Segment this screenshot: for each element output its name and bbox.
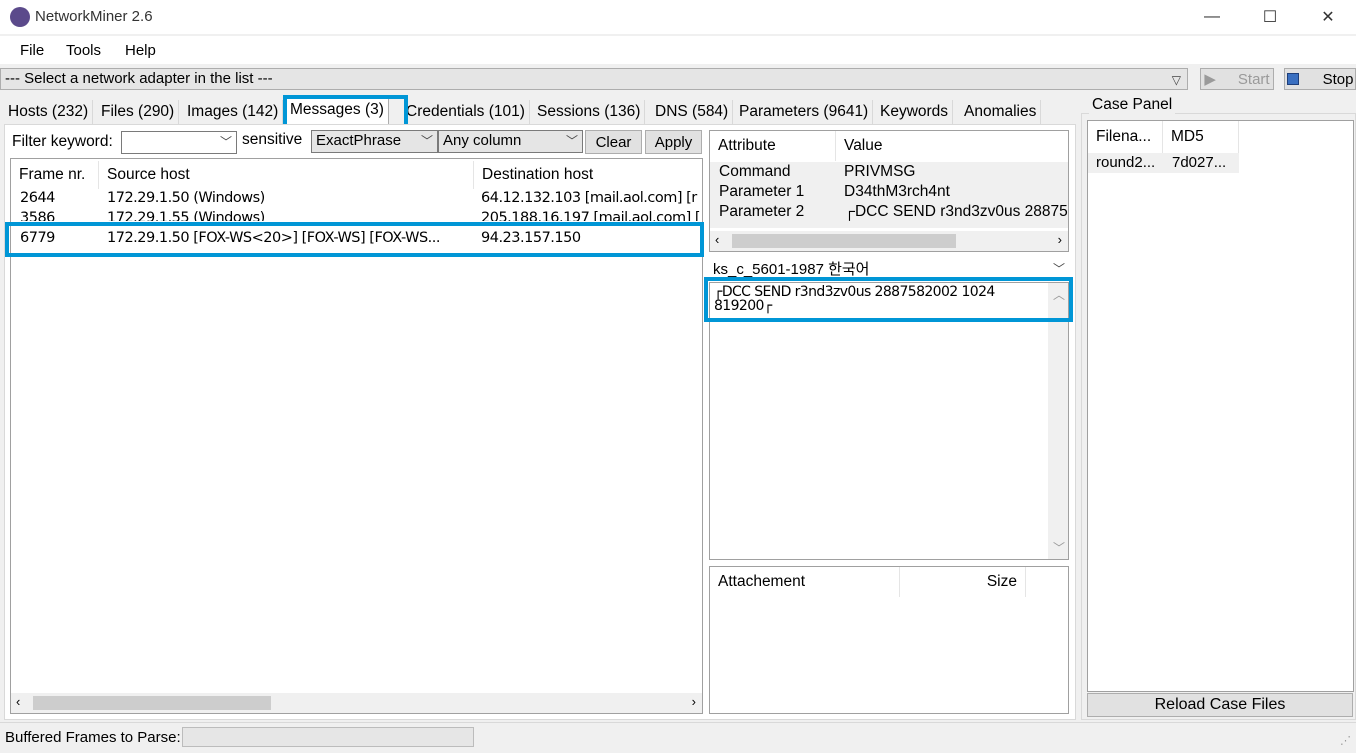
resize-grip-icon[interactable]: ⋰	[1340, 734, 1351, 747]
play-icon: ▶	[1204, 71, 1216, 88]
column-header-md5[interactable]: MD5	[1163, 121, 1239, 153]
column-header-source[interactable]: Source host	[99, 161, 474, 189]
tab-credentials[interactable]: Credentials (101)	[402, 100, 530, 124]
frame-cell: 2644	[20, 190, 55, 206]
attribute-name: Parameter 1	[719, 183, 805, 200]
adapter-select[interactable]: --- Select a network adapter in the list…	[0, 68, 1188, 90]
scroll-thumb[interactable]	[33, 696, 271, 710]
chevron-down-icon: ﹀	[1052, 262, 1065, 276]
frame-cell: 3586	[20, 210, 55, 221]
chevron-down-icon: ▽	[1171, 73, 1181, 87]
clear-button[interactable]: Clear	[585, 130, 642, 154]
attribute-value: PRIVMSG	[844, 163, 916, 180]
case-panel-title: Case Panel	[1089, 96, 1176, 114]
app-icon	[10, 7, 30, 27]
column-select[interactable]: Any column ﹀	[438, 130, 583, 153]
stop-icon	[1286, 73, 1299, 85]
menu-file[interactable]: File	[20, 42, 44, 59]
tab-hosts[interactable]: Hosts (232)	[4, 100, 94, 124]
vertical-scrollbar[interactable]: ︿ ﹀	[1048, 283, 1068, 559]
stop-button[interactable]: Stop	[1284, 68, 1356, 90]
scroll-right-icon[interactable]: ›	[1058, 232, 1062, 247]
horizontal-scrollbar[interactable]: ‹ ›	[11, 693, 702, 713]
filter-keyword-label: Filter keyword:	[12, 133, 113, 150]
adapter-select-value: --- Select a network adapter in the list…	[5, 70, 273, 87]
case-file-name: round2...	[1096, 154, 1156, 171]
chevron-down-icon: ﹀	[420, 134, 433, 148]
tab-anomalies[interactable]: Anomalies	[960, 100, 1042, 124]
attribute-name: Parameter 2	[719, 203, 805, 220]
source-cell: 172.29.1.55 (Windows)	[107, 210, 265, 221]
column-header-size[interactable]: Size	[900, 567, 1026, 597]
attribute-table[interactable]: Attribute Value Command PRIVMSG Paramete…	[709, 130, 1069, 252]
column-header-filename[interactable]: Filena...	[1088, 121, 1163, 153]
scroll-left-icon[interactable]: ‹	[16, 694, 20, 709]
buffered-frames-label: Buffered Frames to Parse:	[5, 729, 181, 746]
tab-parameters[interactable]: Parameters (9641)	[735, 100, 874, 124]
selected-row-highlight	[5, 222, 704, 257]
case-files-list[interactable]: Filena... MD5 round2... 7d027...	[1087, 120, 1354, 692]
tab-sessions[interactable]: Sessions (136)	[533, 100, 646, 124]
scroll-thumb[interactable]	[732, 234, 956, 248]
title-bar	[0, 0, 1356, 34]
column-header-value[interactable]: Value	[836, 131, 1068, 161]
column-header-destination[interactable]: Destination host	[474, 161, 704, 189]
match-mode-select[interactable]: ExactPhrase ﹀	[311, 130, 438, 153]
chevron-down-icon: ﹀	[565, 134, 578, 148]
column-header-attachment[interactable]: Attachement	[710, 567, 900, 597]
destination-cell: 64.12.132.103 [mail.aol.com] [r	[481, 190, 697, 206]
chevron-down-icon: ﹀	[219, 135, 232, 149]
menu-help[interactable]: Help	[125, 42, 156, 59]
tab-files[interactable]: Files (290)	[97, 100, 180, 124]
horizontal-scrollbar[interactable]: ‹ ›	[710, 231, 1068, 251]
attribute-value: ┌DCC SEND r3nd3zv0us 288758	[844, 203, 1068, 220]
reload-case-files-button[interactable]: Reload Case Files	[1087, 693, 1353, 717]
column-header-frame[interactable]: Frame nr.	[11, 161, 99, 189]
filter-keyword-input[interactable]: ﹀	[121, 131, 237, 154]
source-cell: 172.29.1.50 (Windows)	[107, 190, 265, 206]
scroll-down-icon[interactable]: ﹀	[1053, 539, 1065, 556]
menu-bar	[0, 36, 1356, 64]
message-text-area[interactable]: ┌DCC SEND r3nd3zv0us 2887582002 1024 819…	[709, 282, 1069, 560]
table-row[interactable]: 2644 172.29.1.50 (Windows) 64.12.132.103…	[11, 189, 702, 209]
column-header-attribute[interactable]: Attribute	[710, 131, 836, 161]
attachment-table[interactable]: Attachement Size	[709, 566, 1069, 714]
list-item[interactable]: round2... 7d027...	[1088, 153, 1239, 173]
minimize-button[interactable]: —	[1183, 0, 1241, 34]
close-button[interactable]: ✕	[1299, 0, 1356, 34]
maximize-button[interactable]: ☐	[1241, 0, 1299, 34]
table-row[interactable]: 3586 172.29.1.55 (Windows) 205.188.16.19…	[11, 209, 702, 221]
attribute-value: D34thM3rch4nt	[844, 183, 950, 200]
tab-keywords[interactable]: Keywords	[876, 100, 954, 124]
attribute-name: Command	[719, 163, 791, 180]
window-title: NetworkMiner 2.6	[35, 8, 153, 25]
buffered-frames-progress	[182, 727, 474, 747]
scroll-left-icon[interactable]: ‹	[715, 232, 719, 247]
start-button[interactable]: ▶ Start	[1200, 68, 1274, 90]
case-file-md5: 7d027...	[1172, 154, 1227, 171]
tab-dns[interactable]: DNS (584)	[651, 100, 734, 124]
apply-button[interactable]: Apply	[645, 130, 702, 154]
menu-tools[interactable]: Tools	[66, 42, 101, 59]
tab-images[interactable]: Images (142)	[183, 100, 284, 124]
scroll-right-icon[interactable]: ›	[692, 694, 696, 709]
message-text-highlight	[704, 277, 1073, 322]
sensitive-label: sensitive	[242, 131, 303, 148]
destination-cell: 205.188.16.197 [mail.aol.com] [	[481, 210, 701, 221]
